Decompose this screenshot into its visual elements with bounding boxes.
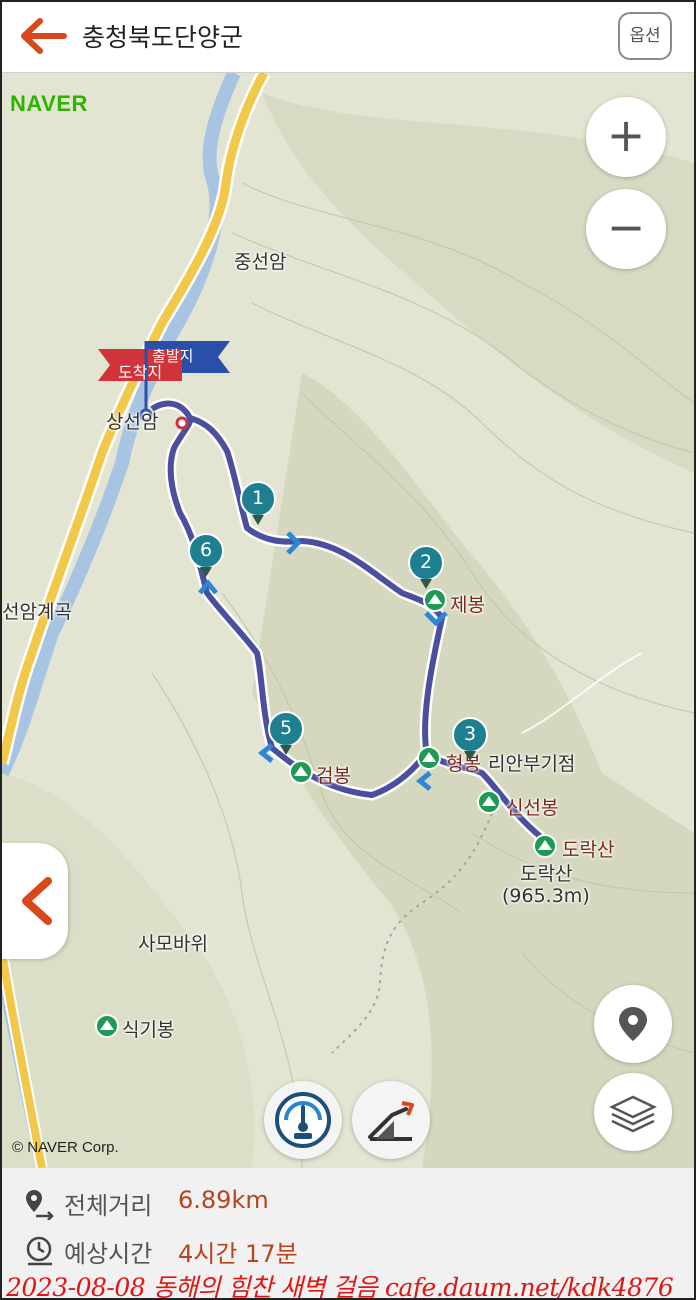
time-label: 예상시간 xyxy=(64,1240,153,1268)
options-button[interactable]: 옵션 xyxy=(618,12,672,60)
map-layers-button[interactable] xyxy=(594,1073,672,1151)
speedometer-icon xyxy=(275,1092,331,1148)
label-amgyegok: 선암계곡 xyxy=(2,601,72,623)
elevation-profile-button[interactable] xyxy=(352,1081,430,1159)
waypoint-number: 5 xyxy=(279,717,293,739)
waypoint-number: 2 xyxy=(419,551,433,573)
side-panel-toggle[interactable] xyxy=(2,843,68,959)
peak-label-jebong: 제봉 xyxy=(450,594,485,616)
speedometer-button[interactable] xyxy=(264,1081,342,1159)
waypoint-pin-6[interactable]: 6 xyxy=(186,533,226,581)
location-pin-icon xyxy=(619,1007,647,1041)
watermark-text: 2023-08-08 동해의 힘찬 새벽 걸음 cafe.daum.net/kd… xyxy=(6,1273,674,1300)
route-distance-icon xyxy=(26,1190,54,1220)
elevation-icon xyxy=(368,1101,414,1141)
naver-logo: NAVER xyxy=(10,91,88,116)
time-value: 4시간 17분 xyxy=(178,1240,298,1268)
finish-flag-label: 도착지 xyxy=(118,363,163,382)
minus-icon: − xyxy=(606,200,646,254)
peak-label-doraksan: 도락산 xyxy=(562,839,615,861)
label-doraksan-height: (965.3m) xyxy=(502,885,590,907)
distance-value: 6.89km xyxy=(178,1186,269,1214)
map-copyright: © NAVER Corp. xyxy=(12,1139,119,1156)
waypoint-number: 1 xyxy=(251,487,265,509)
distance-label: 전체거리 xyxy=(64,1192,153,1220)
label-doraksan: 도락산 xyxy=(520,863,573,885)
arrow-left-icon xyxy=(21,18,67,54)
peak-icon xyxy=(477,790,501,814)
peak-icon xyxy=(95,1014,119,1038)
label-jungseonam: 중선암 xyxy=(234,251,287,273)
peak-icon xyxy=(417,746,441,770)
map-view[interactable]: NAVER + − 출발지 도착지 중선암 상선암 선암계곡 사모바위 도락산 … xyxy=(2,73,694,1168)
zoom-in-button[interactable]: + xyxy=(586,97,666,177)
waypoint-pin-1[interactable]: 1 xyxy=(238,481,278,529)
label-sikgibong: 식기봉 xyxy=(122,1019,175,1041)
chevron-left-icon xyxy=(22,877,52,925)
back-button[interactable] xyxy=(16,16,72,56)
page-title: 충청북도단양군 xyxy=(82,23,244,52)
label-samobawi: 사모바위 xyxy=(138,933,208,955)
waypoint-pin-2[interactable]: 2 xyxy=(406,545,446,593)
top-bar: 충청북도단양군 옵션 xyxy=(2,2,694,73)
peak-icon xyxy=(289,760,313,784)
app-frame: 충청북도단양군 옵션 NAVER + − 출발지 도착지 중선암 상선암 선암계… xyxy=(0,0,696,1300)
layers-icon xyxy=(609,1095,657,1133)
my-location-button[interactable] xyxy=(594,985,672,1063)
label-sangseonam: 상선암 xyxy=(106,411,159,433)
plus-icon: + xyxy=(606,108,646,162)
waypoint-number: 6 xyxy=(199,539,213,561)
clock-icon xyxy=(26,1236,52,1266)
zoom-out-button[interactable]: − xyxy=(586,189,666,269)
junction-label: 리안부기점 xyxy=(488,753,576,775)
peak-label-sinseonbong: 신선봉 xyxy=(506,797,559,819)
peak-label-geombong: 검봉 xyxy=(316,765,351,787)
waypoint-number: 3 xyxy=(463,723,477,745)
waypoint-pin-3[interactable]: 3 xyxy=(450,717,490,765)
waypoint-pin-5[interactable]: 5 xyxy=(266,711,306,759)
peak-icon xyxy=(533,834,557,858)
